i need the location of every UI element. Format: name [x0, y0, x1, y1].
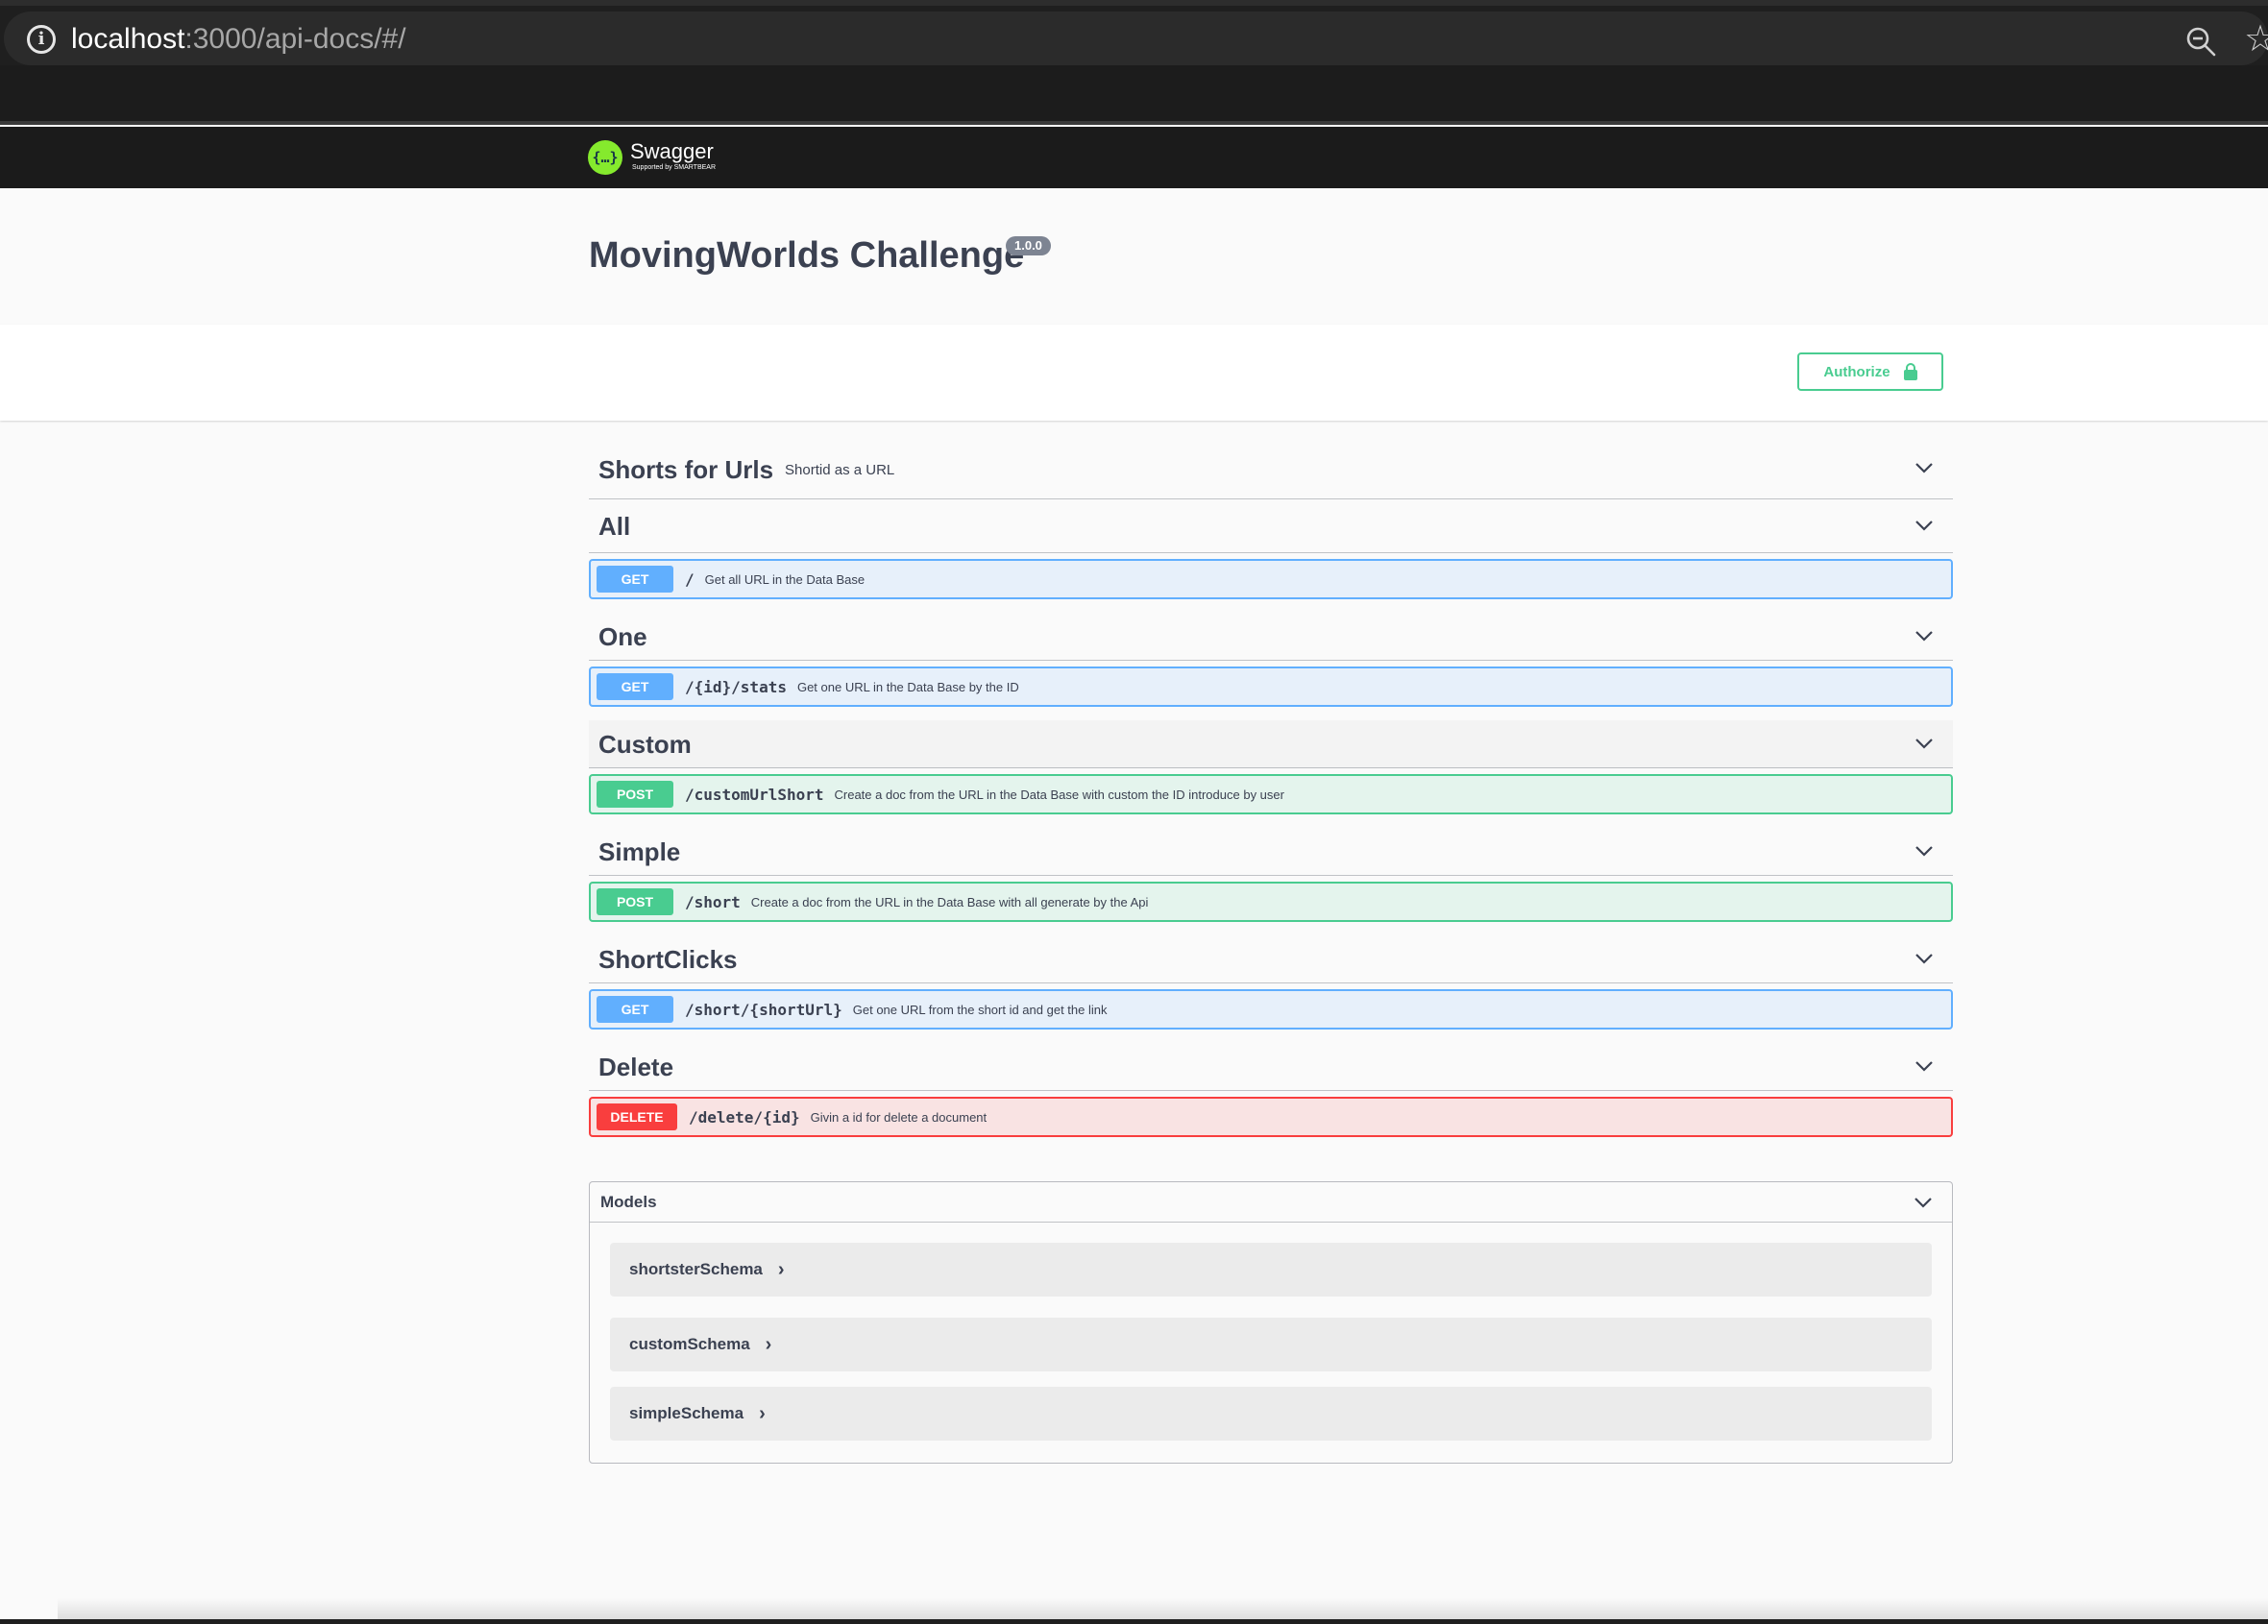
swagger-topbar: {…} Swagger Supported by SMARTBEAR [0, 127, 2268, 188]
tag-name: Simple [598, 836, 681, 866]
api-info: MovingWorlds Challenge 1.0.0 [0, 188, 2268, 325]
operation-summary: Get all URL in the Data Base [704, 571, 866, 587]
tag-name: Delete [598, 1052, 674, 1081]
tag-name: Custom [598, 729, 692, 759]
chevron-down-icon[interactable] [1914, 737, 1934, 750]
chevron-down-icon[interactable] [1914, 461, 1934, 474]
operation-post-custom[interactable]: POST /customUrlShort Create a doc from t… [589, 774, 1953, 814]
operation-summary: Get one URL from the short id and get th… [852, 1002, 1108, 1017]
tag-section-delete: Delete DELETE /delete/{id} Givin a id fo… [589, 1043, 1953, 1137]
logo-subtitle: Supported by SMARTBEAR [632, 164, 717, 171]
tag-header[interactable]: Simple [589, 828, 1953, 876]
model-item[interactable]: simpleSchema › [610, 1387, 1932, 1441]
tag-section-custom: Custom POST /customUrlShort Create a doc… [589, 720, 1953, 814]
browser-toolbar: i localhost:3000/api-docs/#/ ☆ [0, 0, 2268, 65]
swagger-logo[interactable]: {…} Swagger Supported by SMARTBEAR [588, 140, 716, 179]
url-host: localhost [71, 23, 185, 55]
bookmark-star-icon[interactable]: ☆ [2244, 21, 2268, 58]
logo-name: Swagger [630, 139, 714, 163]
logo-text: Swagger Supported by SMARTBEAR [630, 140, 716, 173]
model-item[interactable]: shortsterSchema › [610, 1243, 1932, 1297]
operation-summary: Get one URL in the Data Base by the ID [796, 679, 1019, 694]
window-bottom-edge [0, 1619, 2268, 1624]
operation-get-all[interactable]: GET / Get all URL in the Data Base [589, 559, 1953, 599]
version-badge: 1.0.0 [1006, 236, 1051, 255]
chevron-right-icon: › [765, 1334, 772, 1355]
tag-header[interactable]: Delete [589, 1043, 1953, 1091]
operation-get-stats[interactable]: GET /{id}/stats Get one URL in the Data … [589, 667, 1953, 707]
tag-section-shorts-for-urls: Shorts for Urls Shortid as a URL [589, 440, 1953, 499]
model-name: simpleSchema [629, 1404, 744, 1422]
address-bar[interactable]: i localhost:3000/api-docs/#/ ☆ [4, 12, 2268, 65]
chevron-down-icon[interactable] [1914, 629, 1934, 642]
tag-header[interactable]: Custom [589, 720, 1953, 768]
tag-header[interactable]: All [589, 499, 1953, 553]
tag-section-shortclicks: ShortClicks GET /short/{shortUrl} Get on… [589, 935, 1953, 1030]
models-header[interactable]: Models [590, 1182, 1952, 1223]
method-badge: POST [597, 888, 673, 915]
tag-name: ShortClicks [598, 944, 738, 974]
operation-path: /{id}/stats [685, 677, 787, 696]
operation-path: /delete/{id} [689, 1107, 800, 1127]
chevron-down-icon[interactable] [1914, 519, 1934, 532]
models-section: Models shortsterSchema › customSchema › … [589, 1181, 1953, 1464]
tag-name: Shorts for Urls [598, 454, 774, 484]
operation-path: /short/{shortUrl} [685, 1000, 842, 1019]
chevron-down-icon[interactable] [1914, 844, 1934, 858]
operation-get-shorturl[interactable]: GET /short/{shortUrl} Get one URL from t… [589, 989, 1953, 1030]
tag-header[interactable]: One [589, 613, 1953, 661]
operations-list: Shorts for Urls Shortid as a URL All GET… [589, 440, 1953, 1151]
authorize-label: Authorize [1823, 363, 1890, 380]
operation-summary: Create a doc from the URL in the Data Ba… [834, 787, 1284, 802]
operation-path: /customUrlShort [685, 785, 824, 804]
tag-section-simple: Simple POST /short Create a doc from the… [589, 828, 1953, 922]
url-text[interactable]: localhost:3000/api-docs/#/ [71, 23, 406, 56]
chevron-down-icon[interactable] [1914, 952, 1934, 965]
swagger-logo-icon: {…} [588, 140, 622, 175]
tag-header[interactable]: Shorts for Urls Shortid as a URL [589, 440, 1953, 499]
zoom-out-icon[interactable] [2184, 25, 2217, 58]
tag-name: One [598, 621, 647, 651]
info-icon[interactable]: i [27, 25, 56, 54]
unlock-icon [1903, 363, 1917, 380]
url-path: :3000/api-docs/#/ [184, 23, 406, 55]
method-badge: GET [597, 673, 673, 700]
model-name: customSchema [629, 1335, 750, 1353]
tag-name: All [598, 511, 631, 541]
tag-header[interactable]: ShortClicks [589, 935, 1953, 983]
tag-description: Shortid as a URL [785, 462, 895, 478]
method-badge: DELETE [597, 1103, 677, 1130]
scheme-container: Authorize [0, 325, 2268, 421]
operation-path: /short [685, 892, 741, 911]
operation-summary: Givin a id for delete a document [810, 1109, 988, 1125]
model-item[interactable]: customSchema › [610, 1318, 1932, 1371]
method-badge: POST [597, 781, 673, 808]
method-badge: GET [597, 566, 673, 593]
tag-section-all: All GET / Get all URL in the Data Base [589, 499, 1953, 599]
api-title: MovingWorlds Challenge [589, 235, 1025, 276]
chevron-down-icon[interactable] [1914, 1196, 1933, 1209]
authorize-button[interactable]: Authorize [1797, 352, 1943, 391]
models-title: Models [600, 1192, 657, 1211]
chevron-down-icon[interactable] [1914, 1059, 1934, 1073]
operation-post-short[interactable]: POST /short Create a doc from the URL in… [589, 882, 1953, 922]
model-name: shortsterSchema [629, 1260, 763, 1278]
tag-section-one: One GET /{id}/stats Get one URL in the D… [589, 613, 1953, 707]
chevron-right-icon: › [777, 1259, 785, 1280]
chevron-right-icon: › [759, 1403, 766, 1424]
operation-summary: Create a doc from the URL in the Data Ba… [750, 894, 1149, 909]
operation-delete[interactable]: DELETE /delete/{id} Givin a id for delet… [589, 1097, 1953, 1137]
method-badge: GET [597, 996, 673, 1023]
operation-path: / [685, 570, 695, 589]
bookmarks-bar [0, 65, 2268, 125]
